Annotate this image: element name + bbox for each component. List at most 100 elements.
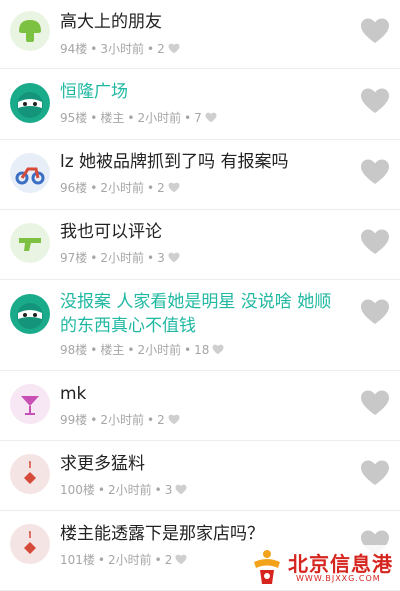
comment-text: mk: [60, 384, 87, 404]
comment-text: 恒隆广场: [60, 82, 128, 102]
separator-dot: •: [184, 110, 192, 125]
avatar[interactable]: [10, 153, 50, 193]
avatar[interactable]: [10, 384, 50, 424]
like-count: 3: [164, 482, 173, 497]
floor-number: 96楼: [60, 181, 88, 195]
separator-dot: •: [90, 412, 98, 427]
post-time: 2小时前: [137, 111, 182, 125]
playing-card-icon: [10, 524, 50, 564]
separator-dot: •: [154, 482, 162, 497]
author-tag: 楼主: [100, 343, 125, 357]
separator-dot: •: [127, 342, 135, 357]
floor-number: 100楼: [60, 483, 95, 497]
avatar[interactable]: [10, 454, 50, 494]
gun-icon: [10, 223, 50, 263]
like-count-heart-icon: [175, 484, 187, 495]
separator-dot: •: [147, 412, 155, 427]
comment-row[interactable]: 没报案 人家看她是明星 没说啥 她顺的东西真心不值钱 98楼 • 楼主 • 2小时前 • 18: [0, 280, 400, 371]
like-count-heart-icon: [205, 112, 217, 123]
post-time: 2小时前: [107, 483, 152, 497]
comment-row[interactable]: 我也可以评论 97楼 • 2小时前 • 3: [0, 210, 400, 280]
comment-row[interactable]: 恒隆广场 95楼 • 楼主 • 2小时前 • 7: [0, 69, 400, 140]
like-count: 2: [157, 41, 165, 56]
comment-list: 高大上的朋友 94楼 • 3小时前 • 2 恒隆广场 95楼 • 楼主 • 2小时前 • 7 lz 她被…: [0, 0, 400, 591]
comment-text: 楼主能透露下是那家店吗？: [60, 524, 264, 544]
like-count: 2: [157, 180, 165, 195]
heart-icon: [361, 299, 389, 324]
heart-icon: [361, 18, 389, 43]
like-count-heart-icon: [168, 414, 180, 425]
separator-dot: •: [90, 41, 98, 56]
like-count-heart-icon: [168, 252, 180, 263]
comment-meta: 95楼 • 楼主 • 2小时前 • 7: [60, 109, 217, 126]
comment-text: 没报案 人家看她是明星 没说啥 她顺的东西真心不值钱: [60, 292, 332, 336]
watermark-url: WWW.BJXXG.COM: [296, 574, 381, 583]
like-button[interactable]: [360, 17, 390, 45]
comment-text: 我也可以评论: [60, 222, 162, 242]
like-count-heart-icon: [168, 43, 180, 54]
floor-number: 99楼: [60, 413, 88, 427]
floor-number: 98楼: [60, 343, 88, 357]
comment-row[interactable]: 高大上的朋友 94楼 • 3小时前 • 2: [0, 0, 400, 69]
comment-meta: 96楼 • 2小时前 • 2: [60, 179, 180, 196]
cocktail-icon: [10, 384, 50, 424]
like-count: 3: [157, 250, 165, 265]
comment-text: lz 她被品牌抓到了吗 有报案吗: [60, 152, 289, 172]
separator-dot: •: [97, 482, 105, 497]
post-time: 3小时前: [100, 42, 144, 56]
post-time: 2小时前: [100, 413, 144, 427]
watermark: 北京信息港 WWW.BJXXG.COM: [246, 545, 396, 589]
like-count: 18: [194, 342, 210, 357]
like-button[interactable]: [360, 228, 390, 256]
floor-number: 97楼: [60, 251, 88, 265]
heart-icon: [361, 159, 389, 184]
like-button[interactable]: [360, 87, 390, 115]
comment-meta: 101楼 • 2小时前 • 2: [60, 551, 187, 568]
comment-row[interactable]: mk 99楼 • 2小时前 • 2: [0, 371, 400, 441]
like-button[interactable]: [360, 158, 390, 186]
post-time: 2小时前: [100, 251, 144, 265]
comment-row[interactable]: 求更多猛料 100楼 • 2小时前 • 3: [0, 441, 400, 511]
separator-dot: •: [184, 342, 192, 357]
separator-dot: •: [154, 552, 162, 567]
comment-meta: 97楼 • 2小时前 • 3: [60, 249, 180, 266]
comment-meta: 99楼 • 2小时前 • 2: [60, 411, 180, 428]
avatar[interactable]: [10, 294, 50, 334]
avatar[interactable]: [10, 11, 50, 51]
avatar[interactable]: [10, 223, 50, 263]
floor-number: 94楼: [60, 42, 88, 56]
like-button[interactable]: [360, 298, 390, 326]
separator-dot: •: [90, 342, 98, 357]
like-button[interactable]: [360, 459, 390, 487]
floor-number: 95楼: [60, 111, 88, 125]
floor-number: 101楼: [60, 553, 95, 567]
avatar[interactable]: [10, 83, 50, 123]
like-count: 7: [194, 110, 202, 125]
motorcycle-icon: [10, 153, 50, 193]
heart-icon: [361, 229, 389, 254]
heart-icon: [361, 88, 389, 113]
post-time: 2小时前: [107, 553, 152, 567]
like-count-heart-icon: [212, 344, 224, 355]
author-tag: 楼主: [100, 111, 125, 125]
ninja-icon: [10, 294, 50, 334]
comment-text: 求更多猛料: [60, 454, 145, 474]
like-count: 2: [164, 552, 173, 567]
comment-meta: 100楼 • 2小时前 • 3: [60, 481, 187, 498]
ninja-icon: [10, 83, 50, 123]
playing-card-icon: [10, 454, 50, 494]
like-button[interactable]: [360, 389, 390, 417]
avatar[interactable]: [10, 524, 50, 564]
post-time: 2小时前: [137, 343, 182, 357]
separator-dot: •: [97, 552, 105, 567]
heart-icon: [361, 460, 389, 485]
separator-dot: •: [147, 250, 155, 265]
comment-row[interactable]: lz 她被品牌抓到了吗 有报案吗 96楼 • 2小时前 • 2: [0, 140, 400, 210]
comment-text: 高大上的朋友: [60, 12, 162, 32]
separator-dot: •: [90, 110, 98, 125]
separator-dot: •: [90, 180, 98, 195]
mushroom-icon: [10, 11, 50, 51]
like-count-heart-icon: [168, 182, 180, 193]
separator-dot: •: [127, 110, 135, 125]
heart-icon: [361, 390, 389, 415]
